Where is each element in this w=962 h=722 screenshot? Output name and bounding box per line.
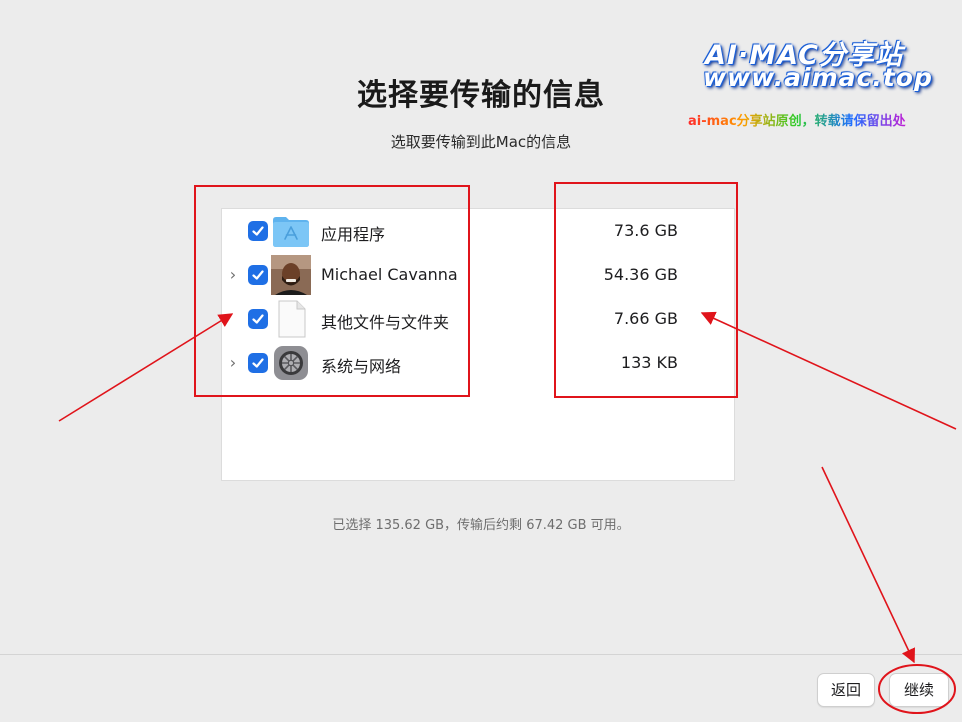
applications-size: 73.6 GB (613, 221, 678, 240)
other-files-checkbox[interactable] (248, 309, 268, 329)
list-item-other-files: 其他文件与文件夹 7.66 GB (222, 297, 734, 341)
document-icon (271, 299, 311, 339)
back-button[interactable]: 返回 (817, 673, 875, 707)
list-item-user: › Michael Cavanna 54.36 GB (222, 253, 734, 297)
user-label: Michael Cavanna (321, 265, 458, 284)
page-subtitle: 选取要传输到此Mac的信息 (390, 133, 572, 151)
transfer-list: 应用程序 73.6 GB › Michael Cavanna 54.36 GB (221, 208, 735, 481)
selection-summary: 已选择 135.62 GB，传输后约剩 67.42 GB 可用。 (332, 518, 630, 533)
applications-checkbox[interactable] (248, 221, 268, 241)
applications-folder-icon (271, 211, 311, 251)
continue-button[interactable]: 继续 (889, 673, 949, 707)
other-files-label: 其他文件与文件夹 (321, 313, 450, 332)
chevron-right-icon[interactable]: › (227, 265, 239, 285)
system-settings-icon (271, 343, 311, 383)
other-files-size: 7.66 GB (613, 309, 678, 328)
system-size: 133 KB (620, 353, 678, 372)
watermark-note: ai-mac分享站原创，转载请保留出处 (688, 110, 906, 129)
system-label: 系统与网络 (321, 357, 402, 376)
annotation-arrow-bottom (821, 466, 915, 664)
watermark-url: www.aimac.top (703, 63, 933, 92)
user-avatar-icon (271, 255, 311, 295)
user-checkbox[interactable] (248, 265, 268, 285)
system-checkbox[interactable] (248, 353, 268, 373)
user-size: 54.36 GB (603, 265, 678, 284)
annotation-arrow-right (700, 311, 957, 430)
annotation-arrow-left (58, 313, 234, 422)
list-item-applications: 应用程序 73.6 GB (222, 209, 734, 253)
applications-label: 应用程序 (321, 225, 386, 244)
chevron-right-icon[interactable]: › (227, 353, 239, 373)
footer-divider (0, 654, 962, 655)
list-item-system: › 系统与网络 133 KB (222, 341, 734, 385)
